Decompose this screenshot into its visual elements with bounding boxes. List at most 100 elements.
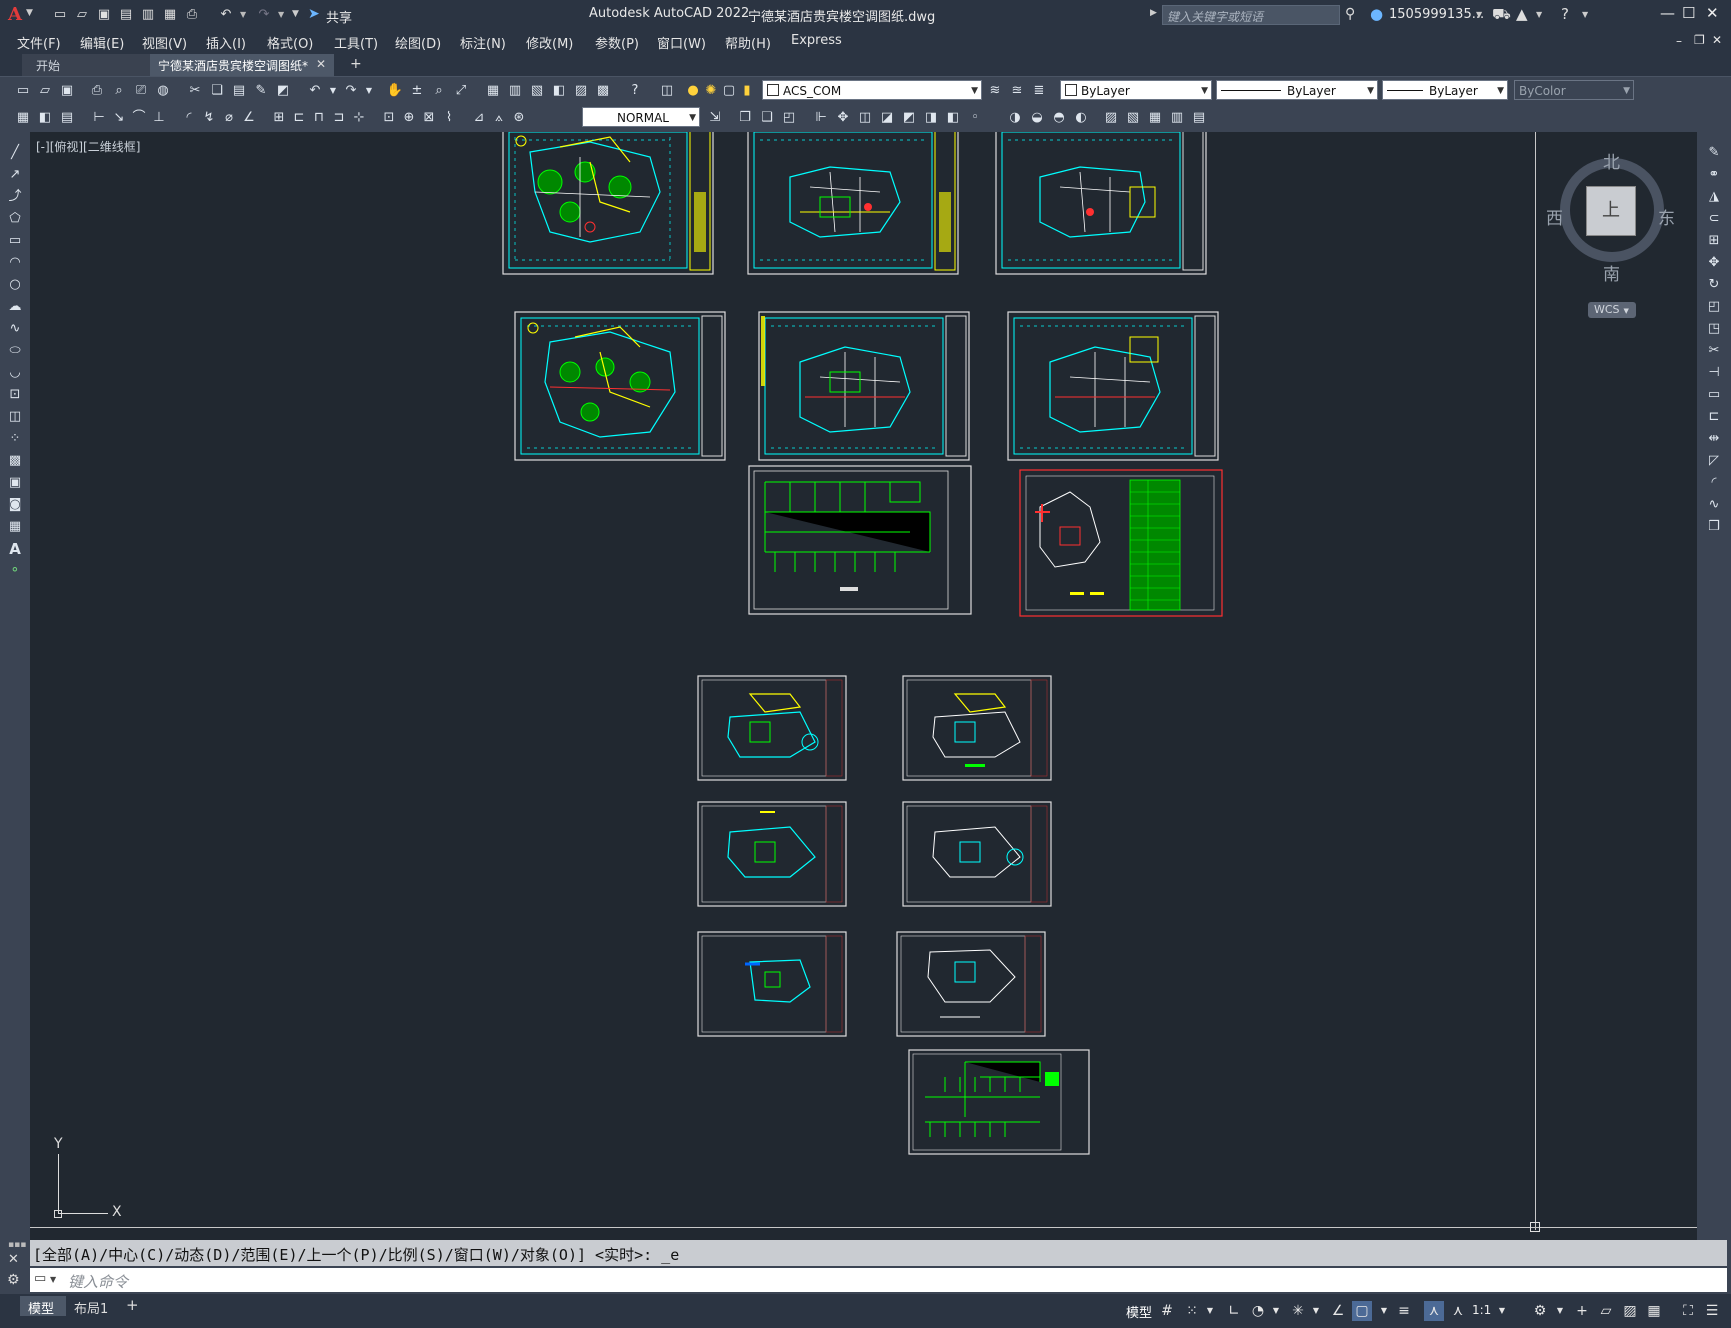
viewcube[interactable]: 上 北 南 西 东 <box>1546 148 1675 285</box>
dim-radius-icon[interactable]: ◜ <box>180 109 198 127</box>
pan-icon[interactable]: ✋ <box>386 82 404 100</box>
jogged-linear-icon[interactable]: ⌇ <box>440 109 458 127</box>
circle-tool-icon[interactable]: ○ <box>5 276 25 294</box>
make-block-tool-icon[interactable]: ◫ <box>5 408 25 426</box>
array-tool-icon[interactable]: ⊞ <box>1703 232 1725 250</box>
stretch-tool-icon[interactable]: ◳ <box>1703 320 1725 338</box>
ellipse-arc-tool-icon[interactable]: ◡ <box>5 364 25 382</box>
plotstyle-dropdown[interactable]: ByColor ▼ <box>1514 80 1634 100</box>
qnew-icon[interactable]: ▭ <box>14 82 32 100</box>
doc-minimize-icon[interactable]: – <box>1676 34 1682 48</box>
point-tool-icon[interactable]: ⁘ <box>5 430 25 448</box>
osnap-icon[interactable]: ▢ <box>1352 1301 1372 1321</box>
copy-obj-icon[interactable]: ❐ <box>736 109 754 127</box>
dim-text-edit-icon[interactable]: ⟑ <box>490 109 508 127</box>
move-tool-icon[interactable]: ✥ <box>1703 254 1725 272</box>
mirror-obj-icon[interactable]: ❑ <box>758 109 776 127</box>
user-dropdown-icon[interactable]: ▼ <box>1476 10 1482 19</box>
menu-modify[interactable]: 修改(M) <box>526 33 573 52</box>
tool-palettes-icon[interactable]: ▧ <box>528 82 546 100</box>
menu-view[interactable]: 视图(V) <box>142 33 187 52</box>
break-tool-icon[interactable]: ⊏ <box>1703 408 1725 426</box>
arc-tool-icon[interactable]: ◠ <box>5 254 25 272</box>
menu-dimension[interactable]: 标注(N) <box>460 33 506 52</box>
qsave-icon[interactable]: ▣ <box>58 82 76 100</box>
rectangle-tool-icon[interactable]: ▭ <box>5 232 25 250</box>
dim-ordinate-icon[interactable]: ⊥ <box>150 109 168 127</box>
menu-tools[interactable]: 工具(T) <box>334 33 378 52</box>
add-selected-tool-icon[interactable]: ⚬ <box>5 562 25 580</box>
tolerance-icon[interactable]: ⊡ <box>380 109 398 127</box>
new-tab-icon[interactable]: + <box>350 56 362 72</box>
save-web-icon[interactable]: ▦ <box>162 7 178 23</box>
customization-menu-icon[interactable]: ☰ <box>1702 1301 1722 1321</box>
dim-space-icon[interactable]: ⊐ <box>330 109 348 127</box>
offset-tool-icon[interactable]: ⊂ <box>1703 210 1725 228</box>
ortho-icon[interactable]: ∟ <box>1224 1301 1244 1321</box>
isodraft-dropdown-icon[interactable]: ▼ <box>1306 1301 1326 1321</box>
center-mark-icon[interactable]: ⊕ <box>400 109 418 127</box>
extend-tool-icon[interactable]: ⊣ <box>1703 364 1725 382</box>
command-customize-icon[interactable]: ⚙ <box>7 1272 20 1288</box>
workspace-gear-icon[interactable]: ⚙ <box>1530 1301 1550 1321</box>
properties-icon[interactable]: ▦ <box>484 82 502 100</box>
units-icon[interactable]: ▱ <box>1596 1301 1616 1321</box>
menu-draw[interactable]: 绘图(D) <box>395 33 441 52</box>
new-file-icon[interactable]: ▭ <box>52 7 68 23</box>
dim-continue-icon[interactable]: ⊓ <box>310 109 328 127</box>
graphics-performance-icon[interactable]: ▦ <box>1644 1301 1664 1321</box>
mirror-tool-icon[interactable]: ◮ <box>1703 188 1725 206</box>
match-properties-icon[interactable]: ✎ <box>252 82 270 100</box>
dim-jogged-icon[interactable]: ↯ <box>200 109 218 127</box>
cart-icon[interactable]: ⛟ <box>1492 5 1511 25</box>
tab-active-drawing[interactable]: 宁德某酒店贵宾楼空调图纸* ✕ <box>150 54 334 76</box>
linetype-dropdown[interactable]: ByLayer ▼ <box>1216 80 1378 100</box>
gradient-tool-icon[interactable]: ▣ <box>5 474 25 492</box>
maximize-icon[interactable]: ☐ <box>1682 4 1695 22</box>
layer-properties-icon[interactable]: ◫ <box>658 82 676 100</box>
insert-block-icon[interactable]: ◧ <box>36 109 54 127</box>
open-web-icon[interactable]: ▥ <box>140 7 156 23</box>
mtext-tool-icon[interactable]: A <box>5 540 25 558</box>
annotation-scale[interactable]: 1:1 <box>1472 1303 1491 1317</box>
menu-edit[interactable]: 编辑(E) <box>80 33 124 52</box>
chamfer-obj-icon[interactable]: ◒ <box>1028 109 1046 127</box>
menu-format[interactable]: 格式(O) <box>267 33 313 52</box>
polar-icon[interactable]: ◔ <box>1248 1301 1268 1321</box>
menu-file[interactable]: 文件(F) <box>17 33 61 52</box>
save-as-icon[interactable]: ▤ <box>118 7 134 23</box>
compass-east[interactable]: 东 <box>1658 204 1675 229</box>
close-window-icon[interactable]: ✕ <box>1706 4 1719 22</box>
menu-parametric[interactable]: 参数(P) <box>595 33 639 52</box>
sheet-system-diagram-2[interactable] <box>908 1049 1090 1155</box>
break-obj-icon[interactable]: ◦ <box>966 109 984 127</box>
share-label[interactable]: 共享 <box>326 7 352 26</box>
drawing-canvas[interactable]: [-][俯视][二维线框] Y X <box>30 132 1697 1232</box>
lineweight-icon[interactable]: ≡ <box>1394 1301 1414 1321</box>
sheet-floorplan-1[interactable] <box>502 132 714 275</box>
quick-properties-icon[interactable]: ▨ <box>1620 1301 1640 1321</box>
share-icon[interactable]: ➤ <box>308 6 320 22</box>
polar-dropdown-icon[interactable]: ▼ <box>1266 1301 1286 1321</box>
osnap-dropdown-icon[interactable]: ▼ <box>1374 1301 1394 1321</box>
zoom-previous-icon[interactable]: ⤢ <box>452 82 470 100</box>
trim-obj-icon[interactable]: ◨ <box>922 109 940 127</box>
join-tool-icon[interactable]: ⇹ <box>1703 430 1725 448</box>
dim-baseline-icon[interactable]: ⊏ <box>290 109 308 127</box>
array-obj-icon[interactable]: ⊩ <box>812 109 830 127</box>
group-edit-icon[interactable]: ▦ <box>1146 109 1164 127</box>
snap-icon[interactable]: ⁙ <box>1182 1301 1202 1321</box>
wcs-menu[interactable]: WCS ▼ <box>1588 302 1636 318</box>
sheet-floorplan-2[interactable] <box>747 132 959 275</box>
polyline-tool-icon[interactable]: ⤴ <box>5 188 25 206</box>
sheet-floorplan-3[interactable] <box>995 132 1207 275</box>
minimize-icon[interactable]: — <box>1660 4 1675 22</box>
zoom-window-icon[interactable]: ⌕ <box>430 82 448 100</box>
compass-north[interactable]: 北 <box>1603 148 1620 173</box>
tab-close-icon[interactable]: ✕ <box>316 57 326 71</box>
dimstyle-dropdown[interactable]: NORMAL ▼ <box>582 107 700 127</box>
region-tool-icon[interactable]: ◙ <box>5 496 25 514</box>
make-current-layer-icon[interactable]: ≋ <box>986 82 1004 100</box>
tb-undo-icon[interactable]: ↶ <box>306 82 324 100</box>
search-icon[interactable]: ⚲ <box>1345 6 1355 22</box>
